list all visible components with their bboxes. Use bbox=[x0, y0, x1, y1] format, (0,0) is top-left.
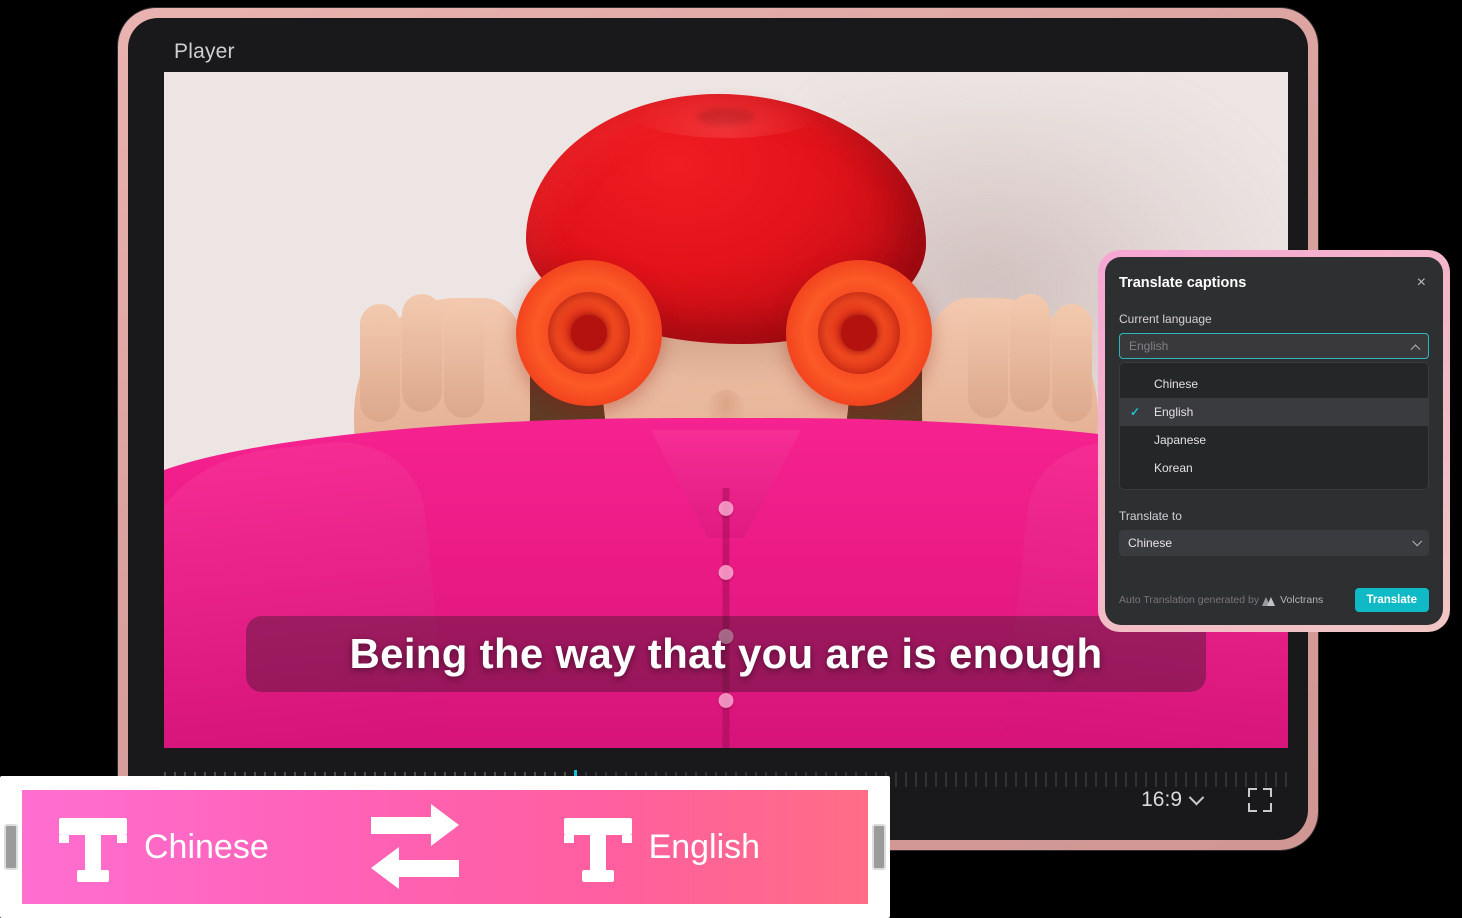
screenshot-root: Player bbox=[0, 0, 1462, 918]
language-option-chinese[interactable]: Chinese bbox=[1120, 370, 1428, 398]
timeline-tick bbox=[1225, 772, 1227, 787]
beret-nub bbox=[697, 108, 755, 126]
language-option-korean[interactable]: Korean bbox=[1120, 454, 1428, 482]
language-option-label: English bbox=[1154, 405, 1193, 419]
timeline-tick bbox=[1285, 772, 1287, 787]
translate-to-select[interactable]: Chinese bbox=[1119, 530, 1429, 556]
timeline-tick bbox=[1115, 772, 1117, 787]
credit-brand: Volctrans bbox=[1280, 594, 1323, 606]
aspect-ratio-value: 16:9 bbox=[1141, 788, 1182, 812]
volctrans-logo-icon bbox=[1263, 595, 1276, 606]
aspect-ratio-selector[interactable]: 16:9 bbox=[1141, 788, 1202, 812]
language-option-label: Japanese bbox=[1154, 433, 1206, 447]
timeline-tick bbox=[1185, 772, 1187, 787]
resize-handle-left[interactable] bbox=[4, 824, 18, 870]
rose-left bbox=[516, 260, 662, 406]
timeline-tick bbox=[1135, 772, 1137, 787]
translate-to-value: Chinese bbox=[1128, 536, 1172, 550]
translate-button[interactable]: Translate bbox=[1355, 588, 1430, 612]
timeline-tick bbox=[985, 772, 987, 787]
timeline-tick bbox=[905, 772, 907, 787]
timeline-tick bbox=[1145, 772, 1147, 787]
timeline-tick bbox=[955, 772, 957, 787]
timeline-tick bbox=[1205, 772, 1207, 787]
timeline-tick bbox=[1075, 772, 1077, 787]
timeline-tick bbox=[945, 772, 947, 787]
chevron-up-icon bbox=[1411, 344, 1421, 354]
sleeve-left bbox=[164, 434, 448, 748]
chevron-down-icon bbox=[1412, 536, 1422, 546]
close-icon[interactable]: × bbox=[1414, 273, 1429, 293]
language-option-label: Chinese bbox=[1154, 377, 1198, 391]
translate-captions-dialog: Translate captions × Current language En… bbox=[1105, 257, 1443, 625]
timeline-tick bbox=[1235, 772, 1237, 787]
credit-text: Auto Translation generated by bbox=[1119, 594, 1259, 606]
check-icon: ✓ bbox=[1130, 405, 1154, 419]
translate-captions-dialog-frame: Translate captions × Current language En… bbox=[1098, 250, 1450, 632]
language-option-label: Korean bbox=[1154, 461, 1193, 475]
timeline-tick bbox=[1025, 772, 1027, 787]
language-option-list[interactable]: Chinese✓EnglishJapaneseKorean bbox=[1119, 362, 1429, 490]
timeline-tick bbox=[895, 772, 897, 787]
timeline-tick bbox=[995, 772, 997, 787]
timeline-tick bbox=[915, 772, 917, 787]
language-option-english[interactable]: ✓English bbox=[1120, 398, 1428, 426]
dialog-title: Translate captions bbox=[1119, 275, 1246, 291]
timeline-tick bbox=[1195, 772, 1197, 787]
caption-overlay: Being the way that you are is enough bbox=[246, 616, 1206, 692]
timeline-tick bbox=[975, 772, 977, 787]
timeline-tick bbox=[1065, 772, 1067, 787]
timeline-tick bbox=[1125, 772, 1127, 787]
timeline-tick bbox=[1175, 772, 1177, 787]
current-language-value: English bbox=[1129, 339, 1168, 353]
dialog-footer: Auto Translation generated by Volctrans … bbox=[1119, 588, 1429, 612]
language-swap-pill: Chinese English bbox=[22, 790, 868, 904]
timeline-tick bbox=[1015, 772, 1017, 787]
timeline-tick bbox=[1045, 772, 1047, 787]
timeline-tick bbox=[1215, 772, 1217, 787]
timeline-tick bbox=[1085, 772, 1087, 787]
current-language-combobox[interactable]: English bbox=[1119, 333, 1429, 359]
current-language-label: Current language bbox=[1119, 312, 1429, 326]
swap-arrows-icon[interactable] bbox=[369, 807, 461, 887]
rose-right bbox=[786, 260, 932, 406]
timeline-tick bbox=[1105, 772, 1107, 787]
page-title: Player bbox=[174, 40, 235, 64]
timeline-tick bbox=[1165, 772, 1167, 787]
timeline-tick bbox=[1055, 772, 1057, 787]
timeline-tick bbox=[935, 772, 937, 787]
target-language-label: English bbox=[649, 828, 761, 867]
resize-handle-right[interactable] bbox=[872, 824, 886, 870]
timeline-tick bbox=[965, 772, 967, 787]
translate-to-label: Translate to bbox=[1119, 509, 1429, 523]
timeline-tick bbox=[1255, 772, 1257, 787]
chevron-down-icon bbox=[1189, 789, 1205, 805]
timeline-tick bbox=[1035, 772, 1037, 787]
fullscreen-icon[interactable] bbox=[1248, 788, 1272, 812]
timeline-tick bbox=[1245, 772, 1247, 787]
timeline-tick bbox=[925, 772, 927, 787]
timeline-tick bbox=[1095, 772, 1097, 787]
language-option-japanese[interactable]: Japanese bbox=[1120, 426, 1428, 454]
translation-credit: Auto Translation generated by Volctrans bbox=[1119, 594, 1323, 606]
player-controls: 16:9 bbox=[1141, 788, 1272, 812]
text-t-icon-source bbox=[56, 810, 130, 884]
text-t-icon-target bbox=[561, 810, 635, 884]
timeline-tick bbox=[1155, 772, 1157, 787]
source-language-label: Chinese bbox=[144, 828, 269, 867]
timeline-tick bbox=[1265, 772, 1267, 787]
timeline-tick bbox=[1005, 772, 1007, 787]
dialog-header: Translate captions × bbox=[1119, 273, 1429, 293]
timeline-tick bbox=[1275, 772, 1277, 787]
caption-text: Being the way that you are is enough bbox=[350, 630, 1103, 678]
language-swap-banner: Chinese English bbox=[0, 776, 890, 918]
